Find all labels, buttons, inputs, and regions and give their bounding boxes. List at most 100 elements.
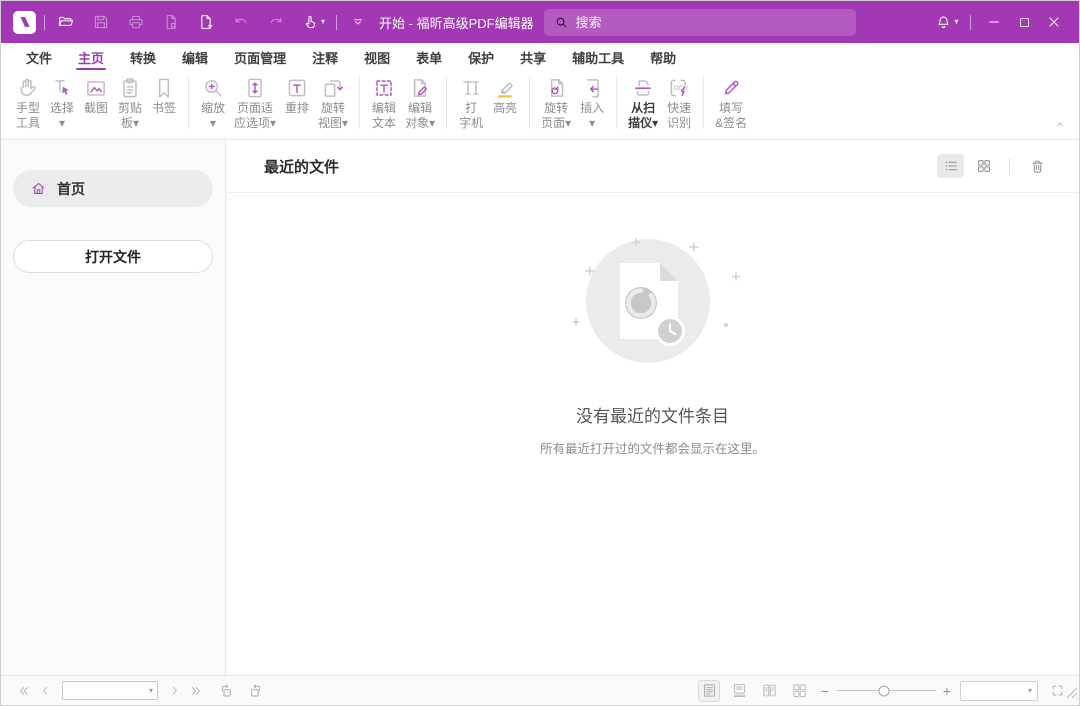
menu-tab-view[interactable]: 视图 <box>351 43 403 71</box>
titlebar: ▾ 开始 - 福昕高级PDF编辑器 ▾ <box>1 1 1079 43</box>
typewriter-icon <box>458 75 484 101</box>
doc-new-icon <box>197 13 215 31</box>
menu-tab-share[interactable]: 共享 <box>507 43 559 71</box>
edit-text-button[interactable]: 编辑文本 <box>367 75 401 131</box>
menu-tab-convert[interactable]: 转换 <box>117 43 169 71</box>
statusbar: ▾ − + ▾ <box>1 675 1079 705</box>
from-scanner-button[interactable]: 从扫描仪▾ <box>624 75 662 131</box>
open-file-button[interactable]: 打开文件 <box>13 240 213 273</box>
select-icon <box>49 75 75 101</box>
grid-view-button[interactable] <box>970 154 997 178</box>
collapse-ribbon-button[interactable] <box>1053 117 1067 136</box>
zoom-slider[interactable] <box>836 684 936 698</box>
last-page-button[interactable] <box>185 684 207 698</box>
clipboard-icon <box>117 75 143 101</box>
hand-icon <box>15 75 41 101</box>
close-icon <box>1046 14 1062 30</box>
zoom-tool-button[interactable]: 缩放▾ <box>196 75 230 131</box>
menu-tab-comment[interactable]: 注释 <box>299 43 351 71</box>
resize-grip[interactable] <box>1066 686 1078 704</box>
insert-pages-button[interactable]: 插入▾ <box>575 75 609 131</box>
next-view-icon <box>247 683 263 699</box>
next-view-button[interactable] <box>243 683 267 699</box>
page-number-input[interactable] <box>67 685 149 697</box>
sidebar-home-label: 首页 <box>57 179 85 199</box>
single-page-view-button[interactable] <box>698 680 720 702</box>
doc-export-icon <box>162 13 180 31</box>
previous-page-button[interactable] <box>35 684 56 697</box>
clipboard-button[interactable]: 剪贴板▾ <box>113 75 147 131</box>
undo-button[interactable] <box>228 8 254 36</box>
clear-recent-button[interactable] <box>1024 154 1051 178</box>
customize-quick-access-button[interactable] <box>345 8 371 36</box>
ribbon-toolbar: 手型工具选择▾截图剪贴板▾书签缩放▾页面适应选项▾重排旋转视图▾ 编辑文本编辑对象… <box>1 71 1079 140</box>
select-tool-button[interactable]: 选择▾ <box>45 75 79 131</box>
close-button[interactable] <box>1039 8 1069 36</box>
list-view-icon <box>942 157 960 175</box>
menu-tab-form[interactable]: 表单 <box>403 43 455 71</box>
print-button[interactable] <box>123 8 149 36</box>
share-doc-button[interactable] <box>158 8 184 36</box>
bookmark-button[interactable]: 书签 <box>147 75 181 116</box>
menu-tab-edit[interactable]: 编辑 <box>169 43 221 71</box>
printer-icon <box>127 13 145 31</box>
quick-ocr-button[interactable]: OCR快速识别 <box>662 75 696 131</box>
edit-object-button[interactable]: 编辑对象▾ <box>401 75 439 131</box>
zoom-slider-knob[interactable] <box>879 685 890 696</box>
snapshot-button[interactable]: 截图 <box>79 75 113 116</box>
ribbon-group-divider <box>359 77 360 129</box>
open-file-button[interactable] <box>53 8 79 36</box>
facing-continuous-view-button[interactable] <box>788 680 810 702</box>
touch-mode-button[interactable]: ▾ <box>298 8 328 36</box>
search-input[interactable] <box>576 15 846 30</box>
search-box[interactable] <box>544 9 856 36</box>
redo-icon <box>267 13 285 31</box>
fit-page-icon <box>242 75 268 101</box>
highlight-button[interactable]: 高亮 <box>488 75 522 116</box>
hand-tool-button[interactable]: 手型工具 <box>11 75 45 131</box>
reflow-icon <box>284 75 310 101</box>
empty-state: 没有最近的文件条目 所有最近打开过的文件都会显示在这里。 <box>226 225 1079 457</box>
folder-open-icon <box>57 13 75 31</box>
rotate-pages-button[interactable]: 旋转页面▾ <box>537 75 575 131</box>
minimize-button[interactable] <box>979 8 1009 36</box>
maximize-button[interactable] <box>1009 8 1039 36</box>
facing-view-button[interactable] <box>758 680 780 702</box>
rotate-pages-icon <box>543 75 569 101</box>
fit-page-options-button[interactable]: 页面适应选项▾ <box>230 75 280 131</box>
typewriter-button[interactable]: 打字机 <box>454 75 488 131</box>
page-dropdown-icon[interactable]: ▾ <box>149 686 153 695</box>
redo-button[interactable] <box>263 8 289 36</box>
page-number-box[interactable]: ▾ <box>62 681 158 700</box>
reflow-button[interactable]: 重排 <box>280 75 314 116</box>
menubar: 文件主页转换编辑页面管理注释视图表单保护共享辅助工具帮助 <box>1 43 1079 71</box>
menu-tab-protect[interactable]: 保护 <box>455 43 507 71</box>
sidebar-item-home[interactable]: 首页 <box>13 170 213 207</box>
zoom-level-box[interactable]: ▾ <box>960 681 1038 701</box>
fill-sign-button[interactable]: 填写&签名 <box>711 75 751 131</box>
zoom-level-input[interactable] <box>966 685 1028 697</box>
view-tools-divider <box>1009 158 1010 175</box>
previous-view-button[interactable] <box>215 683 239 699</box>
menu-tab-file[interactable]: 文件 <box>13 43 65 71</box>
zoom-dropdown-icon[interactable]: ▾ <box>1028 686 1032 695</box>
home-icon <box>30 180 47 197</box>
rotate-view-button[interactable]: 旋转视图▾ <box>314 75 352 131</box>
ribbon-group-divider <box>188 77 189 129</box>
menu-tab-organize[interactable]: 页面管理 <box>221 43 299 71</box>
next-page-button[interactable] <box>164 684 185 697</box>
menu-tab-accessibility[interactable]: 辅助工具 <box>559 43 637 71</box>
zoom-in-button[interactable]: + <box>940 683 954 699</box>
content-header: 最近的文件 <box>226 140 1079 193</box>
zoom-out-button[interactable]: − <box>818 683 832 699</box>
first-page-button[interactable] <box>13 684 35 698</box>
save-button[interactable] <box>88 8 114 36</box>
notifications-button[interactable]: ▾ <box>932 8 962 36</box>
list-view-button[interactable] <box>937 154 964 178</box>
menu-tab-help[interactable]: 帮助 <box>637 43 689 71</box>
snapshot-icon <box>83 75 109 101</box>
create-pdf-button[interactable] <box>193 8 219 36</box>
continuous-view-button[interactable] <box>728 680 750 702</box>
menu-tab-home[interactable]: 主页 <box>65 43 117 71</box>
ocr-icon: OCR <box>666 75 692 101</box>
